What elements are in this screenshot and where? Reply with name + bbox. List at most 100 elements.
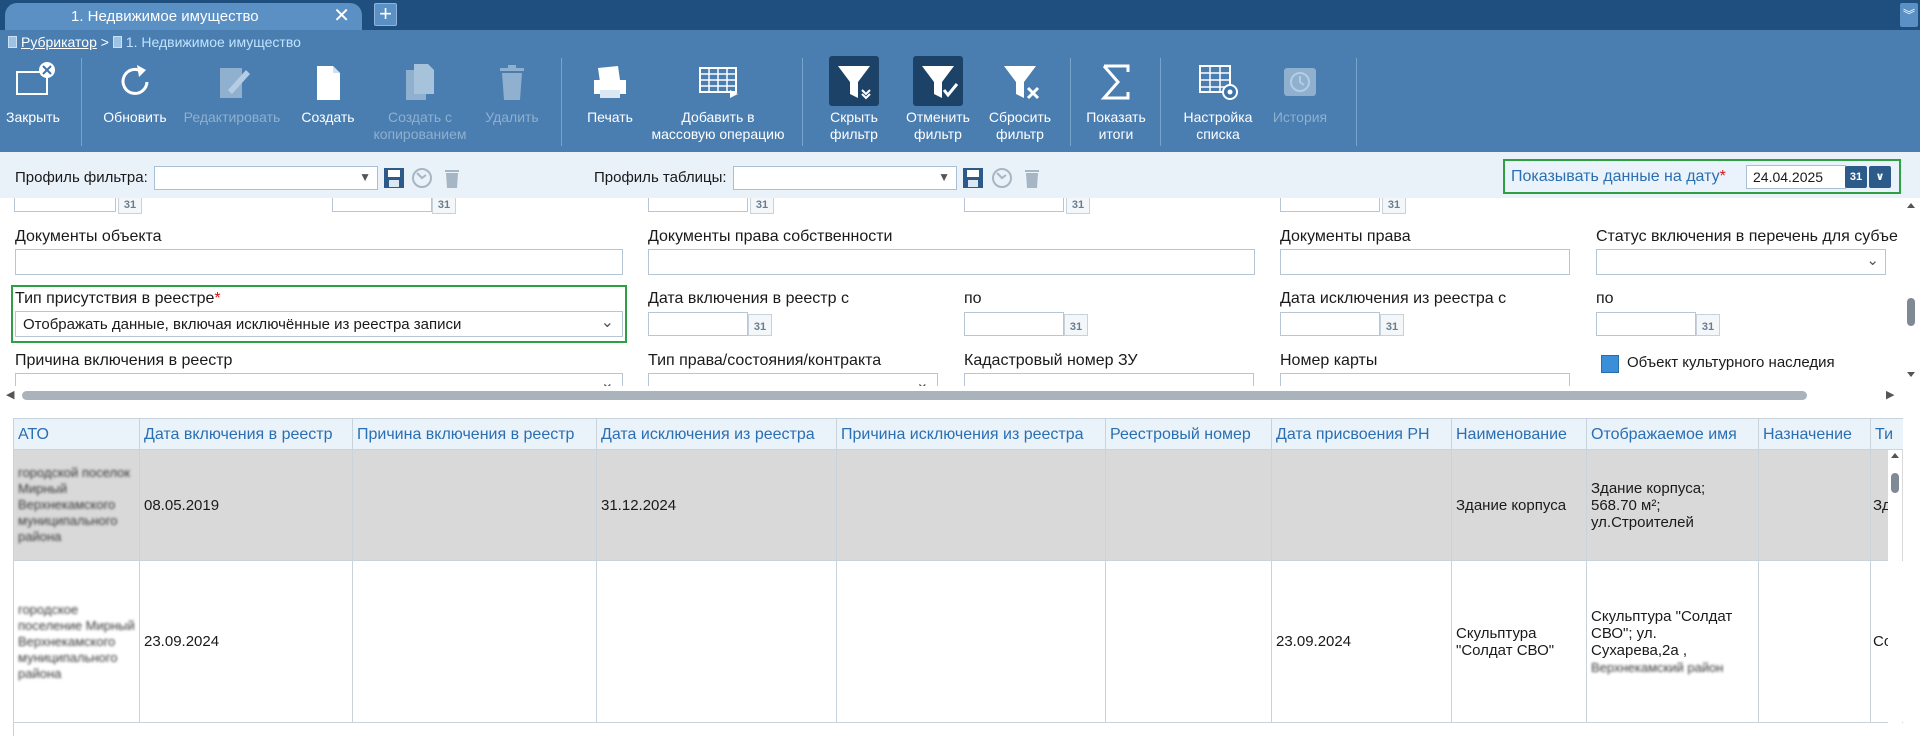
chevron-down-icon[interactable]: ∨ [1869, 166, 1891, 188]
inclusion-reason-select[interactable]: ⌄ [15, 373, 623, 386]
filter-check-icon [922, 66, 959, 98]
close-button[interactable]: Закрыть [0, 54, 66, 148]
reset-profile-icon[interactable] [411, 167, 433, 189]
table-profile-select[interactable]: ▼ [733, 166, 957, 190]
filter-clear-icon [1004, 66, 1040, 100]
column-header-purpose[interactable]: Назначение [1759, 419, 1871, 450]
column-header-ato[interactable]: АТО [14, 419, 140, 450]
create-copy-button[interactable]: Создать с копированием [366, 54, 474, 148]
show-totals-button[interactable]: Показать итоги [1080, 54, 1152, 148]
list-settings-button[interactable]: Настройка списка [1170, 54, 1266, 148]
name-cell: Скульптура "Солдат СВО" [1452, 561, 1587, 722]
date-field[interactable] [964, 198, 1064, 212]
calendar-icon[interactable]: 31 [1380, 314, 1404, 336]
calendar-icon[interactable]: 31 [118, 198, 142, 214]
map-number-field[interactable] [1280, 373, 1570, 386]
cultural-heritage-checkbox[interactable] [1601, 355, 1619, 373]
close-tab-icon[interactable]: ✕ [333, 3, 350, 29]
column-header-inclusion-reason[interactable]: Причина включения в реестр [353, 419, 597, 450]
hide-filter-button[interactable]: Скрыть фильтр [814, 54, 894, 148]
tab-real-estate[interactable]: 1. Недвижимое имущество ✕ [5, 3, 362, 30]
column-header-display-name[interactable]: Отображаемое имя [1587, 419, 1759, 450]
history-button[interactable]: История [1266, 54, 1334, 148]
right-docs-field[interactable] [1280, 249, 1570, 275]
create-button[interactable]: Создать [292, 54, 364, 148]
exclusion-date-to-field[interactable] [1596, 312, 1696, 336]
calendar-icon[interactable]: 31 [432, 198, 456, 214]
reset-filter-button[interactable]: Сбросить фильтр [980, 54, 1060, 148]
form-horizontal-scrollbar[interactable]: ◀ ▶ [0, 386, 1920, 404]
inclusion-status-select[interactable]: ⌄ [1596, 249, 1886, 275]
column-header-rn-date[interactable]: Дата присвоения РН [1272, 419, 1452, 450]
right-type-select[interactable]: ⌄ [648, 373, 938, 386]
column-header-type[interactable]: Ти [1871, 419, 1903, 450]
inclusion-date-cell: 23.09.2024 [144, 633, 220, 650]
column-header-exclusion-reason[interactable]: Причина исключения из реестра [837, 419, 1106, 450]
object-docs-label: Документы объекта [15, 228, 162, 245]
table-row[interactable]: городской поселок Мирный Верхнекамского … [14, 450, 1903, 561]
save-profile-icon[interactable] [962, 167, 984, 189]
registry-table: АТО Дата включения в реестр Причина вклю… [13, 418, 1903, 736]
calendar-icon[interactable]: 31 [1845, 166, 1867, 188]
calendar-icon[interactable]: 31 [748, 314, 772, 336]
column-header-exclusion-date[interactable]: Дата исключения из реестра [597, 419, 837, 450]
toolbar-separator [561, 58, 562, 146]
table-row[interactable] [14, 723, 1903, 736]
to-label: по [964, 290, 982, 307]
calendar-icon[interactable]: 31 [750, 198, 774, 214]
refresh-button[interactable]: Обновить [96, 54, 174, 148]
calendar-icon[interactable]: 31 [1696, 314, 1720, 336]
toolbar-separator [802, 58, 803, 146]
add-tab-button[interactable]: + [374, 3, 397, 26]
cancel-filter-button[interactable]: Отменить фильтр [898, 54, 978, 148]
tab-bar: 1. Недвижимое имущество ✕ + ︾ [0, 0, 1920, 30]
table-scrollbar[interactable] [1888, 450, 1902, 736]
table-settings-icon [1199, 65, 1238, 100]
inclusion-date-from-field[interactable] [648, 312, 748, 336]
edit-button[interactable]: Редактировать [180, 54, 284, 148]
add-to-mass-operation-button[interactable]: Добавить в массовую операцию [650, 54, 786, 148]
object-docs-field[interactable] [15, 249, 623, 275]
breadcrumb-root-link[interactable]: Рубрикатор [21, 34, 97, 50]
scroll-left-icon[interactable]: ◀ [6, 388, 14, 401]
ownership-docs-field[interactable] [648, 249, 1255, 275]
chevron-down-icon: ▼ [359, 170, 371, 184]
inclusion-status-label: Статус включения в перечень для субъе [1596, 228, 1898, 245]
reset-profile-icon[interactable] [991, 167, 1013, 189]
date-field[interactable] [14, 198, 116, 212]
breadcrumb-current: 1. Недвижимое имущество [125, 34, 301, 50]
table-profile-label: Профиль таблицы: [594, 169, 727, 186]
calendar-icon[interactable]: 31 [1066, 198, 1090, 214]
toolbar: Закрыть Обновить Редактировать Создать С… [0, 54, 1920, 152]
column-header-inclusion-date[interactable]: Дата включения в реестр [140, 419, 353, 450]
calendar-icon[interactable]: 31 [1382, 198, 1406, 214]
chevron-down-icon: ⌄ [1866, 252, 1879, 269]
chevron-down-icon: ▼ [938, 170, 950, 184]
column-header-registry-number[interactable]: Реестровый номер [1106, 419, 1272, 450]
save-profile-icon[interactable] [383, 167, 405, 189]
delete-profile-icon[interactable] [1021, 167, 1043, 189]
delete-profile-icon[interactable] [441, 167, 463, 189]
calendar-icon[interactable]: 31 [1064, 314, 1088, 336]
scroll-right-icon[interactable]: ▶ [1886, 388, 1894, 401]
delete-button[interactable]: Удалить [476, 54, 548, 148]
inclusion-date-to-field[interactable] [964, 312, 1064, 336]
filter-profile-select[interactable]: ▼ [154, 166, 378, 190]
print-button[interactable]: Печать [574, 54, 646, 148]
date-field[interactable] [1280, 198, 1380, 212]
presence-type-select[interactable]: Отображать данные, включая исключённые и… [15, 311, 623, 337]
inclusion-reason-label: Причина включения в реестр [15, 352, 233, 369]
column-header-name[interactable]: Наименование [1452, 419, 1587, 450]
date-field[interactable] [332, 198, 432, 212]
tabs-menu-icon[interactable]: ︾ [1900, 3, 1918, 27]
inclusion-date-cell: 08.05.2019 [144, 496, 220, 514]
form-scrollbar[interactable] [1905, 202, 1917, 380]
cadastral-field[interactable] [964, 373, 1254, 386]
tab-title: 1. Недвижимое имущество [71, 8, 259, 25]
exclusion-date-from-field[interactable] [1280, 312, 1380, 336]
scroll-thumb[interactable] [22, 391, 1807, 400]
date-field[interactable] [648, 198, 748, 212]
cadastral-label: Кадастровый номер ЗУ [964, 352, 1138, 369]
show-date-input[interactable]: 24.04.2025 [1746, 165, 1846, 189]
table-row[interactable]: городское поселение Мирный Верхнекамског… [14, 561, 1903, 723]
